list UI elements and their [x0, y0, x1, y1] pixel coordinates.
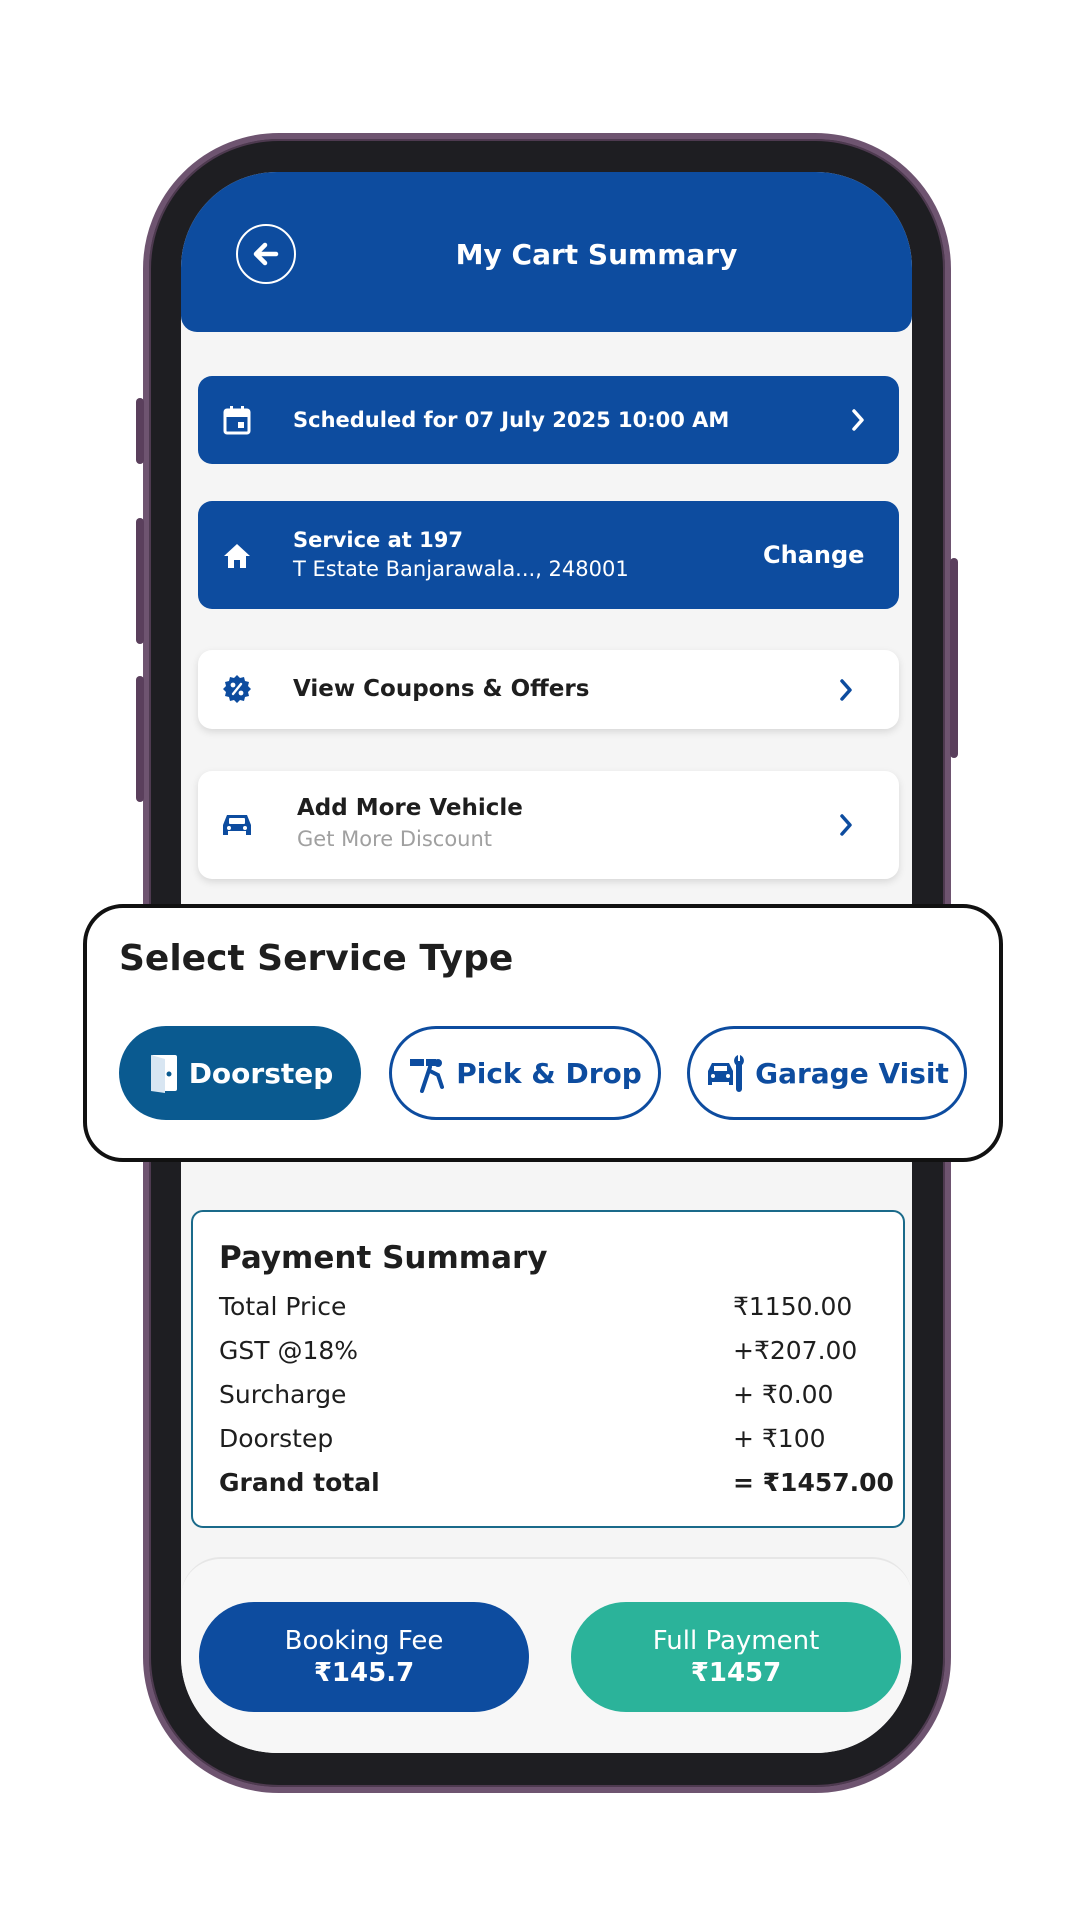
surcharge-value: + ₹0.00 [733, 1380, 834, 1409]
surcharge-label: Surcharge [219, 1380, 347, 1409]
address-line: T Estate Banjarawala..., 248001 [293, 557, 629, 581]
payment-summary-title: Payment Summary [219, 1240, 548, 1276]
chevron-right-icon [840, 679, 852, 701]
total-price-value: ₹1150.00 [733, 1292, 853, 1321]
grand-total-value: = ₹1457.00 [733, 1468, 894, 1497]
pick-and-drop-option-button[interactable]: Pick & Drop [389, 1026, 661, 1120]
service-type-title: Select Service Type [119, 938, 514, 979]
calendar-icon [223, 406, 251, 435]
car-icon [223, 815, 251, 835]
page-title: My Cart Summary [455, 238, 738, 271]
full-payment-label: Full Payment [652, 1626, 820, 1656]
address-card: Service at 197 T Estate Banjarawala..., … [198, 501, 899, 609]
doorstep-fee-label: Doorstep [219, 1424, 334, 1453]
doorstep-option-label: Doorstep [188, 1056, 334, 1090]
schedule-card[interactable]: Scheduled for 07 July 2025 10:00 AM [198, 376, 899, 464]
add-vehicle-title: Add More Vehicle [297, 795, 523, 821]
phone-side-button [136, 398, 144, 464]
discount-badge-icon [223, 675, 251, 703]
schedule-label: Scheduled for 07 July 2025 10:00 AM [293, 408, 730, 432]
phone-side-button [136, 518, 144, 644]
full-payment-amount: ₹1457 [690, 1658, 782, 1688]
booking-fee-label: Booking Fee [284, 1626, 444, 1656]
address-title: Service at 197 [293, 528, 463, 552]
chevron-right-icon [840, 814, 852, 836]
chevron-right-icon [852, 409, 864, 431]
coupons-card[interactable]: View Coupons & Offers [198, 650, 899, 729]
pick-and-drop-option-label: Pick & Drop [456, 1056, 642, 1090]
phone-side-button [136, 676, 144, 802]
booking-fee-button[interactable]: Booking Fee ₹145.7 [199, 1602, 529, 1712]
doorstep-fee-value: + ₹100 [733, 1424, 826, 1453]
garage-visit-option-label: Garage Visit [755, 1056, 949, 1090]
grand-total-label: Grand total [219, 1468, 380, 1497]
change-address-button[interactable]: Change [763, 541, 864, 569]
app-header: My Cart Summary [181, 172, 912, 332]
payment-summary-card: Payment Summary Total Price ₹1150.00 GST… [191, 1210, 905, 1528]
valet-icon [410, 1059, 445, 1093]
full-payment-button[interactable]: Full Payment ₹1457 [571, 1602, 901, 1712]
home-icon [224, 544, 250, 568]
gst-value: +₹207.00 [733, 1336, 858, 1365]
phone-side-button [950, 558, 958, 758]
booking-fee-amount: ₹145.7 [313, 1658, 415, 1688]
door-icon [150, 1055, 177, 1093]
car-wrench-icon [708, 1055, 744, 1092]
total-price-label: Total Price [219, 1292, 347, 1321]
service-type-card: Select Service Type Doorstep Pick & Drop… [83, 904, 1003, 1162]
garage-visit-option-button[interactable]: Garage Visit [687, 1026, 967, 1120]
gst-label: GST @18% [219, 1336, 359, 1365]
doorstep-option-button[interactable]: Doorstep [119, 1026, 361, 1120]
coupons-label: View Coupons & Offers [293, 676, 590, 702]
add-vehicle-card[interactable]: Add More Vehicle Get More Discount [198, 771, 899, 879]
add-vehicle-subtitle: Get More Discount [297, 827, 493, 851]
